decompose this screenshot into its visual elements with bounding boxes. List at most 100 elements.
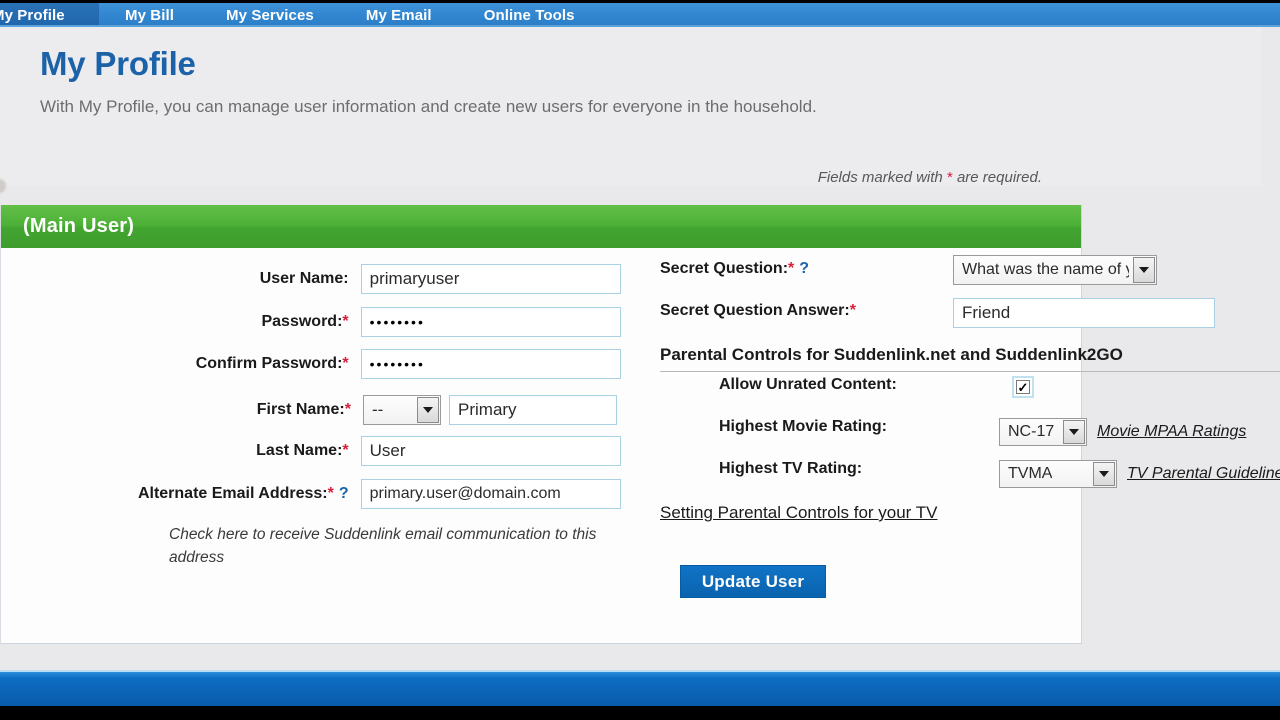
field-row-last-name: Last Name:* User [1, 436, 621, 466]
check-icon: ✓ [1017, 379, 1029, 395]
label-last-name: Last Name:* [1, 442, 361, 460]
select-highest-tv-rating[interactable]: TVMA [999, 460, 1117, 488]
label-highest-movie-rating: Highest Movie Rating: [719, 418, 887, 436]
secret-question-help-icon[interactable]: ? [799, 260, 809, 278]
footer-bar [0, 670, 1280, 706]
alternate-email-help-icon[interactable]: ? [339, 485, 349, 502]
label-highest-tv-rating-text: Highest TV Rating: [719, 460, 863, 477]
required-fields-note: Fields marked with * are required. [0, 169, 1042, 186]
label-secret-answer-text: Secret Question Answer: [660, 302, 850, 319]
label-first-name-text: First Name: [256, 401, 345, 418]
input-first-name[interactable]: Primary [449, 395, 617, 425]
page-subtitle: With My Profile, you can manage user inf… [40, 97, 817, 116]
input-user-name-value: primaryuser [369, 269, 460, 288]
label-secret-question-text: Secret Question: [660, 260, 789, 277]
label-last-name-text: Last Name: [256, 442, 343, 459]
page-content: My Profile With My Profile, you can mana… [0, 27, 1280, 644]
primary-navigation-bar: My Profile My Bill My Services My Email … [0, 3, 1280, 27]
secret-question-required-asterisk-icon: * [788, 260, 795, 277]
label-secret-answer: Secret Question Answer: * [660, 302, 856, 320]
label-alternate-email-text: Alternate Email Address: [137, 485, 328, 502]
update-user-button[interactable]: Update User [680, 565, 826, 598]
checkbox-allow-unrated-box: ✓ [1016, 380, 1030, 394]
last-name-required-asterisk-icon: * [342, 442, 349, 459]
user-form-panel: (Main User) User Name: primaryuser Passw… [0, 205, 1280, 644]
required-note-suffix: are required. [952, 169, 1042, 186]
label-secret-question: Secret Question: *? [660, 260, 809, 278]
password-required-asterisk-icon: * [342, 313, 349, 330]
label-user-name: User Name: [1, 270, 361, 288]
nav-tab-my-email-label: My Email [365, 6, 432, 24]
first-name-required-asterisk-icon: * [344, 401, 351, 418]
input-last-name[interactable]: User [360, 436, 621, 466]
label-user-name-text: User Name: [259, 270, 349, 287]
input-secret-answer[interactable]: Friend [953, 298, 1215, 328]
input-user-name[interactable]: primaryuser [360, 264, 621, 294]
panel-banner: (Main User) [1, 205, 1081, 248]
input-alternate-email-value: primary.user@domain.com [369, 485, 561, 502]
checkbox-allow-unrated[interactable]: ✓ [1012, 376, 1034, 398]
label-confirm-password: Confirm Password:* [1, 355, 361, 373]
link-tv-parental-guidelines[interactable]: TV Parental Guidelines [1127, 465, 1280, 483]
nav-tab-my-services[interactable]: My Services [200, 3, 340, 27]
left-form-column: User Name: primaryuser Password:* ••••••… [1, 248, 627, 643]
nav-tab-my-profile-label: My Profile [0, 6, 65, 24]
label-allow-unrated: Allow Unrated Content: [719, 376, 897, 394]
input-first-name-value: Primary [458, 400, 517, 419]
panel-banner-label: (Main User) [23, 215, 135, 237]
label-password-text: Password: [261, 313, 343, 330]
update-user-button-label: Update User [701, 571, 805, 591]
chevron-down-icon [417, 397, 439, 423]
chevron-down-icon [1063, 420, 1085, 444]
label-password: Password:* [1, 313, 361, 331]
right-form-column: Secret Question: *? What was the name of … [647, 248, 1280, 643]
select-highest-movie-rating[interactable]: NC-17 [999, 418, 1087, 446]
page-header: My Profile With My Profile, you can mana… [0, 27, 1262, 193]
label-first-name: First Name:* [1, 401, 363, 419]
label-highest-tv-rating: Highest TV Rating: [719, 460, 862, 478]
select-highest-tv-rating-value: TVMA [1008, 465, 1053, 482]
nav-tab-online-tools-label: Online Tools [483, 6, 575, 24]
field-row-user-name: User Name: primaryuser [1, 264, 621, 294]
parental-controls-section-title: Parental Controls for Suddenlink.net and… [660, 345, 1123, 364]
field-row-first-name: First Name:* -- Primary [1, 395, 621, 425]
email-opt-in-note: Check here to receive Suddenlink email c… [169, 526, 597, 566]
confirm-password-required-asterisk-icon: * [342, 355, 349, 372]
nav-tab-list: My Profile My Bill My Services My Email … [0, 3, 601, 27]
field-row-password: Password:* •••••••• [1, 307, 621, 337]
chevron-down-icon [1093, 462, 1115, 486]
input-password[interactable]: •••••••• [360, 307, 621, 337]
secret-answer-required-asterisk-icon: * [849, 302, 856, 319]
page-title: My Profile [40, 45, 196, 82]
select-secret-question[interactable]: What was the name of your best child [953, 255, 1157, 285]
page-viewport: My Profile With My Profile, you can mana… [0, 27, 1280, 706]
parental-controls-divider [660, 371, 1280, 372]
label-confirm-password-text: Confirm Password: [195, 355, 343, 372]
nav-tab-my-bill[interactable]: My Bill [99, 3, 200, 27]
input-confirm-password[interactable]: •••••••• [360, 349, 621, 379]
chevron-down-icon [1133, 257, 1155, 283]
input-confirm-password-value: •••••••• [369, 356, 425, 372]
label-alternate-email: Alternate Email Address:*? [1, 485, 361, 503]
link-movie-mpaa-ratings[interactable]: Movie MPAA Ratings [1097, 423, 1246, 441]
input-password-value: •••••••• [369, 314, 425, 330]
nav-tab-my-services-label: My Services [226, 6, 314, 24]
panel-body: User Name: primaryuser Password:* ••••••… [1, 248, 1280, 643]
select-highest-movie-rating-value: NC-17 [1008, 423, 1055, 440]
nav-tab-my-email[interactable]: My Email [340, 3, 458, 27]
required-note-prefix: Fields marked with [817, 169, 947, 186]
select-title-value: -- [372, 400, 384, 419]
field-row-alternate-email: Alternate Email Address:*? primary.user@… [1, 479, 621, 509]
label-allow-unrated-text: Allow Unrated Content: [719, 376, 897, 393]
link-setting-parental-controls[interactable]: Setting Parental Controls for your TV [660, 503, 938, 523]
input-alternate-email[interactable]: primary.user@domain.com [360, 479, 621, 509]
nav-tab-my-profile[interactable]: My Profile [0, 3, 99, 27]
label-highest-movie-rating-text: Highest Movie Rating: [719, 418, 888, 435]
nav-tab-online-tools[interactable]: Online Tools [458, 3, 601, 27]
field-row-confirm-password: Confirm Password:* •••••••• [1, 349, 621, 379]
input-last-name-value: User [369, 441, 406, 460]
select-title[interactable]: -- [363, 395, 441, 425]
input-secret-answer-value: Friend [962, 303, 1011, 322]
select-secret-question-value: What was the name of your best child [962, 261, 1129, 278]
screenshot-root: My Profile My Bill My Services My Email … [0, 0, 1280, 720]
